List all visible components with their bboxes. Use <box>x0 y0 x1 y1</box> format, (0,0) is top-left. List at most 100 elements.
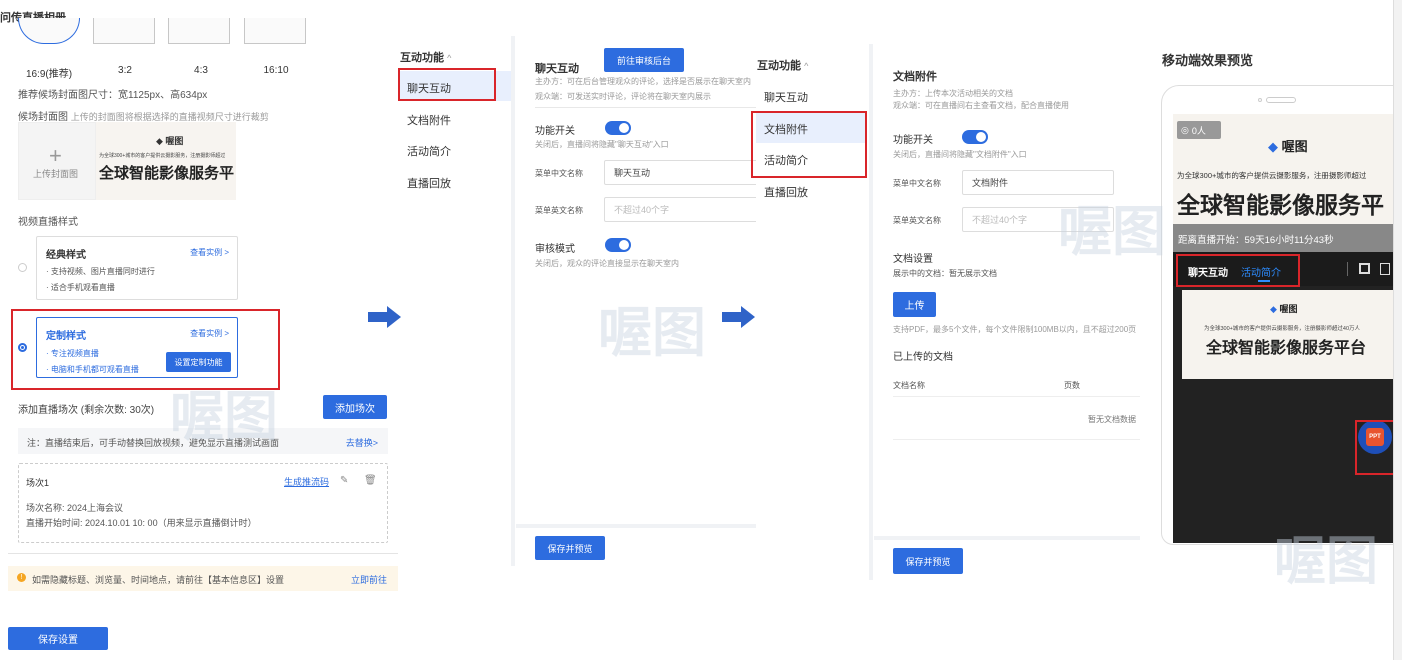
warning-icon: ! <box>17 573 26 582</box>
ratio-16-9[interactable] <box>18 18 80 44</box>
ratio-label-4-3: 4:3 <box>194 65 208 76</box>
highlight-mobile-tabs <box>1176 254 1300 287</box>
nav-item-intro[interactable]: 活动简介 <box>407 143 451 159</box>
cover-label-row: 候场封面图 上传的封面图将根据选择的直播视频尺寸进行裁剪 <box>18 108 269 123</box>
save-preview-button[interactable]: 保存并预览 <box>893 548 963 574</box>
info-banner: ! 如需隐藏标题、浏览量、时间地点，请前往【基本信息区】设置 立即前往 <box>8 566 398 591</box>
replace-link[interactable]: 去替换> <box>346 436 378 449</box>
info-banner-text: 如需隐藏标题、浏览量、时间地点，请前往【基本信息区】设置 <box>32 575 285 585</box>
en-name-label: 菜单英文名称 <box>535 206 583 215</box>
panel3-sidebar: 互动功能 ^ 聊天互动 文档附件 活动简介 直播回放 <box>751 44 869 244</box>
en-name-label: 菜单英文名称 <box>893 216 941 225</box>
viewer-count-badge: ◎ 0人 <box>1177 121 1221 139</box>
switch-hint: 关闭后，直播间将隐藏"文档附件"入口 <box>893 150 1027 159</box>
audit-toggle[interactable] <box>605 238 631 252</box>
chat-divider <box>535 107 756 108</box>
cn-name-label: 菜单中文名称 <box>535 169 583 178</box>
panel2-bottom-divider <box>516 524 756 528</box>
document-icon[interactable] <box>1380 263 1390 275</box>
qr-code-icon[interactable] <box>1359 263 1370 274</box>
switch-hint: 关闭后，直播间将隐藏"聊天互动"入口 <box>535 140 669 149</box>
function-toggle[interactable] <box>962 130 988 144</box>
ratio-label-16-10: 16:10 <box>263 65 289 76</box>
audit-mode-label: 审核模式 <box>535 244 575 255</box>
tab-separator <box>1347 262 1348 276</box>
phone-speaker <box>1266 97 1296 103</box>
panel2-divider-left <box>511 36 515 566</box>
ratio-16-10[interactable] <box>244 18 306 44</box>
chat-section-title: 聊天互动 <box>535 63 579 75</box>
add-session-button[interactable]: 添加场次 <box>323 395 387 419</box>
countdown-text: 距离直播开始：59天16小时11分43秒 <box>1178 235 1334 246</box>
ratio-label-16-9: 16:9(推荐) <box>25 69 73 80</box>
highlight-docs-intro-nav <box>751 111 867 178</box>
ratio-label-3-2: 3:2 <box>118 65 132 76</box>
session-start: 直播开始时间: 2024.10.01 10: 00（用来显示直播倒计时） <box>26 518 257 528</box>
cover-brand: ◆ 喔图 <box>1268 139 1308 154</box>
radio-classic[interactable] <box>18 263 27 272</box>
cover-brand: ◆ 喔图 <box>156 136 184 146</box>
intro-brand: ◆ 喔图 <box>1270 304 1298 314</box>
ratio-4-3[interactable] <box>168 18 230 44</box>
upload-cover-label: 上传封面图 <box>33 169 79 179</box>
phone-screen: ◎ 0人 ◆ 喔图 为全球300+城市的客户提供云摄影服务，注册摄影师超过 全球智… <box>1173 114 1401 543</box>
cover-small-text: 为全球300+城市的客户提供云摄影服务，注册摄影师超过 <box>99 153 226 159</box>
cover-big-text: 全球智能影像服务平 <box>99 165 235 182</box>
cover-big-text: 全球智能影像服务平 <box>1177 192 1384 218</box>
nav-item-replay[interactable]: 直播回放 <box>764 184 808 200</box>
en-name-input[interactable]: 不超过40个字 <box>962 207 1114 232</box>
function-toggle[interactable] <box>605 121 631 135</box>
classic-style-card[interactable]: 经典样式 查看实例 > · 支持视频、图片直播同时进行 · 适合手机观看直播 <box>36 236 238 300</box>
classic-example-link[interactable]: 查看实例 > <box>190 247 229 258</box>
panel3-bottom-divider <box>874 536 1140 540</box>
save-preview-button[interactable]: 保存并预览 <box>535 536 605 560</box>
classic-line2: · 适合手机观看直播 <box>46 283 115 292</box>
save-settings-button[interactable]: 保存设置 <box>8 627 108 650</box>
phone-frame: ◎ 0人 ◆ 喔图 为全球300+城市的客户提供云摄影服务，注册摄影师超过 全球智… <box>1161 85 1402 545</box>
generate-stream-code-link[interactable]: 生成推流码 <box>284 475 329 488</box>
add-session-label: 添加直播场次 (剩余次数: 30次) <box>18 405 155 416</box>
ratio-3-2[interactable] <box>93 18 155 44</box>
window-scrollbar[interactable] <box>1393 0 1402 660</box>
en-name-input[interactable]: 不超过40个字 <box>604 197 760 222</box>
upload-cover-box[interactable]: + 上传封面图 <box>18 122 96 200</box>
cn-name-label: 菜单中文名称 <box>893 179 941 188</box>
chevron-up-icon: ^ <box>447 53 452 63</box>
panel3-content: 文档附件 主办方：上传本次活动相关的文档 观众端：可在直播间右主查看文档，配合直… <box>874 44 1140 580</box>
chat-desc1: 主办方：可在后台管理观众的评论，选择是否展示在聊天室内 <box>535 77 751 86</box>
empty-docs-text: 暂无文档数据 <box>1088 415 1136 424</box>
session-title: 场次1 <box>26 478 50 488</box>
audit-hint: 关闭后，观众的评论直接显示在聊天室内 <box>535 259 679 268</box>
upload-button[interactable]: 上传 <box>893 292 936 317</box>
upload-hint: 支持PDF，最多5个文件，每个文件限制100MB以内，且不超过200页 <box>893 325 1137 334</box>
trash-icon[interactable]: 🗑 <box>364 475 377 486</box>
session-card: 场次1 生成推流码 ✎ 🗑 场次名称: 2024上海会议 直播开始时间: 202… <box>18 463 388 543</box>
col-pages: 页数 <box>1064 381 1080 390</box>
panel2-sidebar: 互动功能 ^ 聊天互动 文档附件 活动简介 直播回放 <box>398 36 511 236</box>
edit-icon[interactable]: ✎ <box>340 475 348 486</box>
intro-big-text: 全球智能影像服务平台 <box>1206 340 1367 357</box>
go-audit-button[interactable]: 前往审核后台 <box>604 48 684 72</box>
go-now-link[interactable]: 立即前往 <box>351 573 387 586</box>
cover-small-text: 为全球300+城市的客户提供云摄影服务，注册摄影师超过 <box>1177 171 1367 180</box>
nav-item-docs[interactable]: 文档附件 <box>407 112 451 128</box>
panel1-divider <box>8 553 398 554</box>
nav-title: 互动功能 ^ <box>400 52 452 64</box>
cn-name-input[interactable]: 文档附件 <box>962 170 1114 195</box>
classic-title: 经典样式 <box>46 250 86 261</box>
nav-item-chat[interactable]: 聊天互动 <box>764 89 808 105</box>
nav-title: 互动功能 ^ <box>757 60 809 72</box>
eye-icon: ◎ <box>1181 124 1189 135</box>
plus-icon: + <box>49 143 62 168</box>
docs-section-title: 文档附件 <box>893 71 937 83</box>
nav-item-replay[interactable]: 直播回放 <box>407 175 451 191</box>
replace-note-text: 注：直播结束后，可手动替换回放视频，避免显示直播测试画面 <box>27 438 280 448</box>
cover-preview: ◆ 喔图 为全球300+城市的客户提供云摄影服务，注册摄影师超过 全球智能影像服… <box>96 122 236 200</box>
cover-area: ◎ 0人 ◆ 喔图 为全球300+城市的客户提供云摄影服务，注册摄影师超过 全球智… <box>1173 114 1401 224</box>
uploaded-docs-title: 已上传的文档 <box>893 352 953 363</box>
cn-name-input[interactable]: 聊天互动 <box>604 160 760 185</box>
table-bottom-divider <box>893 439 1140 440</box>
doc-settings-title: 文档设置 <box>893 254 933 265</box>
highlight-custom-style <box>11 309 280 390</box>
phone-camera <box>1258 98 1262 102</box>
